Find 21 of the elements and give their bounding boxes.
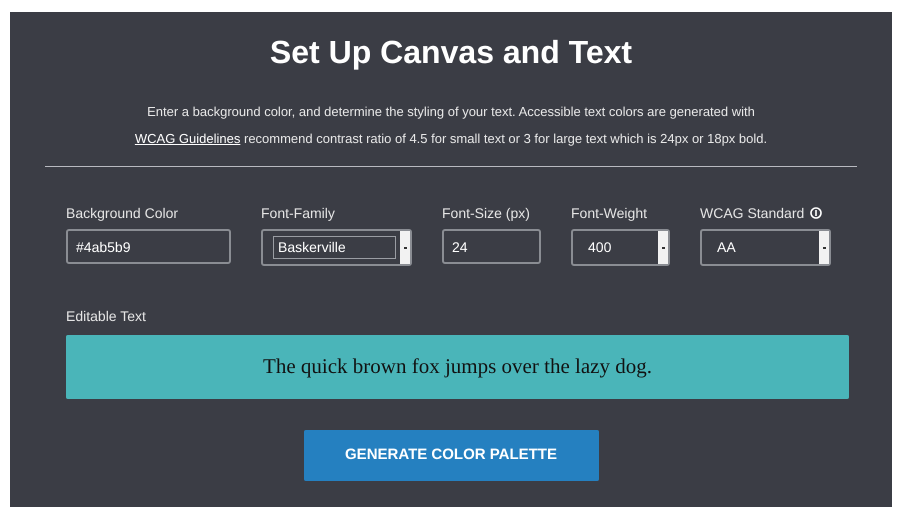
description-text: Enter a background color, and determine the styling of your text. Accessible text colors are generated with WCAG Guidelines recommend contrast ratio of 4.5 for small text or 3 for large text which is 24px or 18px bold.: [134, 103, 768, 148]
sample-text: The quick brown fox jumps over the lazy dog.: [263, 353, 652, 380]
select-field[interactable]: 400: [571, 229, 670, 266]
field-label: Background Color: [66, 204, 178, 223]
select-field[interactable]: Baskerville: [261, 229, 412, 266]
page-title: Set Up Canvas and Text: [270, 33, 632, 72]
text-input-field[interactable]: 24: [442, 229, 541, 264]
select-value: Baskerville: [273, 236, 396, 259]
select-value: AA: [716, 238, 737, 257]
field-label: Font-Family: [261, 204, 335, 223]
field-label: WCAG Standard: [700, 204, 804, 222]
text-input-field[interactable]: #4ab5b9: [66, 229, 231, 264]
field-label: Font-Size (px): [442, 204, 530, 223]
wcag-guidelines-link[interactable]: WCAG Guidelines: [134, 131, 240, 146]
select-field[interactable]: AA: [700, 229, 831, 266]
field-label: Font-Weight: [571, 204, 647, 223]
info-icon[interactable]: [810, 207, 822, 219]
editable-text-label: Editable Text: [66, 307, 147, 326]
generate-palette-button[interactable]: GENERATE COLOR PALETTE: [304, 430, 598, 481]
select-value: 400: [587, 238, 612, 257]
editable-text-canvas[interactable]: The quick brown fox jumps over the lazy dog.: [66, 335, 849, 399]
